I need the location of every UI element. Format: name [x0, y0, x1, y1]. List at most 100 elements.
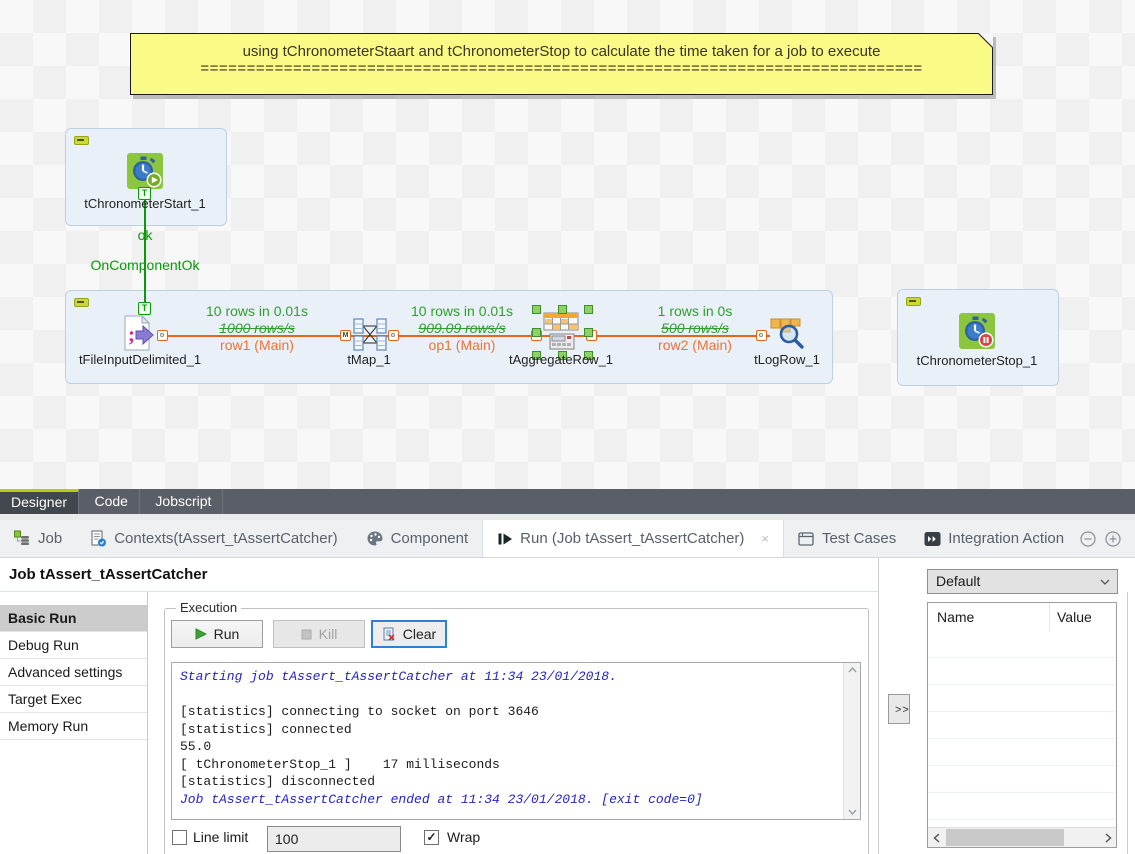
- run-view: Job tAssert_tAssertCatcher Basic Run Deb…: [0, 558, 1135, 854]
- contexts-icon: [90, 530, 107, 547]
- output-port[interactable]: [157, 330, 168, 341]
- designer-tab-bar: Designer Code Jobscript: [0, 489, 1135, 514]
- selection-handle[interactable]: [532, 328, 541, 337]
- maximize-icon[interactable]: [1105, 531, 1121, 547]
- column-header-value: Value: [1057, 609, 1092, 625]
- tlogrow-icon[interactable]: [768, 316, 806, 352]
- component-palette-icon: [366, 530, 384, 547]
- tab-contexts[interactable]: Contexts(tAssert_tAssertCatcher): [76, 520, 351, 557]
- divider: [878, 558, 879, 854]
- connection-rate: 500 rows/s: [610, 320, 780, 336]
- component-label: tFileInputDelimited_1: [58, 352, 222, 367]
- tab-label: Test Cases: [822, 530, 896, 547]
- line-limit-checkbox[interactable]: [172, 830, 187, 845]
- talend-studio-window: using tChronometerStaart and tChronomete…: [0, 0, 1135, 854]
- console-line: Starting job tAssert_tAssertCatcher at 1…: [180, 668, 835, 686]
- trigger-connection-line[interactable]: [144, 199, 146, 305]
- horizontal-scrollbar[interactable]: [928, 827, 1116, 847]
- tab-label: Job: [38, 530, 62, 547]
- tab-job[interactable]: Job: [0, 520, 76, 557]
- component-label: tLogRow_1: [727, 352, 847, 367]
- console-line: [statistics] connected: [180, 721, 835, 739]
- divider: [1127, 592, 1128, 854]
- stop-square-icon: [301, 629, 312, 640]
- view-controls: [1080, 520, 1135, 557]
- tab-designer[interactable]: Designer: [0, 489, 79, 514]
- connection-stat: 1 rows in 0s: [610, 303, 780, 319]
- tab-label: Integration Action: [948, 530, 1064, 547]
- collapse-minus-icon[interactable]: [74, 298, 89, 307]
- scroll-up-icon[interactable]: [848, 667, 857, 673]
- execution-console[interactable]: Starting job tAssert_tAssertCatcher at 1…: [171, 662, 861, 820]
- scrollbar-thumb[interactable]: [946, 829, 1064, 846]
- tfileinputdelimited-icon[interactable]: ;: [118, 314, 156, 352]
- expand-panel-button[interactable]: >>: [888, 694, 910, 724]
- sidebar-item-advanced-settings[interactable]: Advanced settings: [0, 659, 147, 686]
- test-cases-icon: [798, 531, 815, 547]
- tchronometerstop-icon[interactable]: [959, 313, 995, 349]
- tab-integration-action[interactable]: Integration Action: [910, 520, 1078, 557]
- connection-row-label[interactable]: row1 (Main): [172, 337, 342, 353]
- tchronometerstart-icon[interactable]: [127, 153, 163, 189]
- connection-rate: 909.09 rows/s: [377, 320, 547, 336]
- tab-component[interactable]: Component: [352, 520, 483, 557]
- console-line: [ tChronometerStop_1 ] 17 milliseconds: [180, 756, 835, 774]
- connection-row-label[interactable]: row2 (Main): [610, 337, 780, 353]
- scroll-right-icon[interactable]: [1105, 833, 1112, 843]
- minimize-icon[interactable]: [1080, 531, 1096, 547]
- sidebar-item-memory-run[interactable]: Memory Run: [0, 713, 147, 740]
- connection-stat: 10 rows in 0.01s: [377, 303, 547, 319]
- tab-label: Contexts(tAssert_tAssertCatcher): [114, 530, 337, 547]
- tab-code[interactable]: Code: [83, 489, 139, 514]
- run-icon: [497, 531, 513, 547]
- connection-stat: 10 rows in 0.01s: [172, 303, 342, 319]
- context-dropdown-value: Default: [936, 573, 980, 589]
- tab-run[interactable]: Run (Job tAssert_tAssertCatcher) ×: [482, 520, 784, 557]
- svg-text:;: ;: [128, 322, 135, 346]
- sidebar-item-debug-run[interactable]: Debug Run: [0, 632, 147, 659]
- view-tab-bar: Job Contexts(tAssert_tAssertCatcher) Com…: [0, 520, 1135, 558]
- selection-handle[interactable]: [532, 305, 541, 314]
- tab-jobscript[interactable]: Jobscript: [144, 489, 223, 514]
- line-limit-input[interactable]: [267, 826, 401, 852]
- trigger-name-label[interactable]: OnComponentOk: [65, 257, 225, 273]
- tab-label: Component: [391, 530, 469, 547]
- kill-button-label: Kill: [319, 626, 338, 642]
- job-title: Job tAssert_tAssertCatcher: [9, 566, 207, 583]
- clear-button-label: Clear: [403, 626, 436, 642]
- collapse-minus-icon[interactable]: [906, 297, 921, 306]
- integration-action-icon: [924, 531, 941, 547]
- selection-handle[interactable]: [584, 328, 593, 337]
- selection-handle[interactable]: [558, 305, 567, 314]
- console-scrollbar[interactable]: [843, 663, 860, 819]
- connection-row-label[interactable]: op1 (Main): [377, 337, 547, 353]
- taggregaterow-icon[interactable]: [538, 310, 584, 354]
- component-label: tAggregateRow_1: [481, 352, 641, 367]
- sidebar-item-basic-run[interactable]: Basic Run: [0, 605, 147, 632]
- sticky-note[interactable]: using tChronometerStaart and tChronomete…: [130, 33, 993, 95]
- context-variables-table[interactable]: Name Value: [927, 602, 1117, 848]
- run-button[interactable]: Run: [171, 620, 263, 648]
- clear-doc-icon: [382, 627, 396, 641]
- scroll-down-icon[interactable]: [848, 809, 857, 815]
- note-underline: ========================================…: [131, 60, 992, 77]
- column-header-name: Name: [937, 609, 974, 625]
- collapse-minus-icon[interactable]: [74, 136, 89, 145]
- sidebar-item-target-exec[interactable]: Target Exec: [0, 686, 147, 713]
- wrap-checkbox[interactable]: [424, 830, 439, 845]
- wrap-label: Wrap: [447, 829, 480, 845]
- table-rows-empty: [928, 631, 1116, 828]
- job-icon: [14, 530, 31, 547]
- play-icon: [195, 628, 207, 640]
- tab-test-cases[interactable]: Test Cases: [784, 520, 910, 557]
- scroll-left-icon[interactable]: [933, 833, 940, 843]
- chevron-down-icon: [1100, 579, 1110, 585]
- context-dropdown[interactable]: Default: [927, 569, 1118, 594]
- kill-button: Kill: [273, 620, 365, 648]
- note-text: using tChronometerStaart and tChronomete…: [131, 43, 992, 60]
- selection-handle[interactable]: [584, 305, 593, 314]
- clear-button[interactable]: Clear: [371, 620, 447, 648]
- close-icon[interactable]: ×: [761, 531, 769, 546]
- designer-canvas[interactable]: using tChronometerStaart and tChronomete…: [0, 0, 1135, 489]
- component-label: tChronometerStart_1: [67, 196, 223, 211]
